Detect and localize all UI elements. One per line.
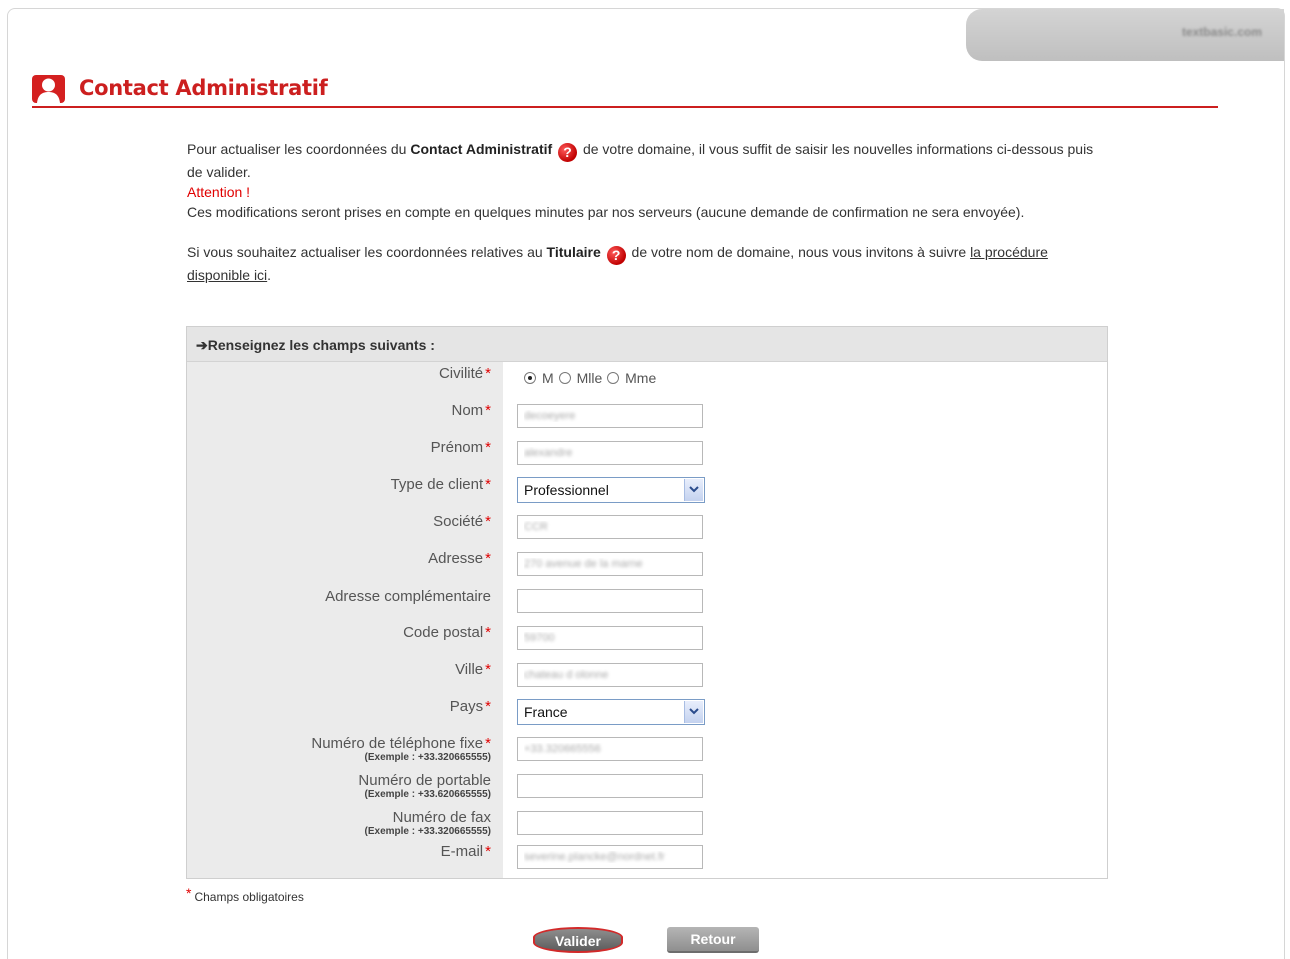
row-civilite: Civilité * M Mlle Mme xyxy=(187,365,1107,402)
radio-mlle-label: Mlle xyxy=(576,370,603,386)
adresse-comp-label: Adresse complémentaire xyxy=(325,588,491,605)
row-societe: Société * xyxy=(187,513,1107,550)
fax-input[interactable] xyxy=(517,811,703,835)
societe-label: Société * xyxy=(433,513,491,530)
required-note-text: Champs obligatoires xyxy=(194,890,304,904)
adresse-comp-input[interactable] xyxy=(517,589,703,613)
adresse-input[interactable] xyxy=(517,552,703,576)
intro-paragraph-1: Pour actualiser les coordonnées du Conta… xyxy=(187,139,1107,182)
portable-hint: (Exemple : +33.620665555) xyxy=(364,789,491,800)
row-adresse-comp: Adresse complémentaire xyxy=(187,588,1107,625)
email-input[interactable] xyxy=(517,845,703,869)
chevron-down-icon[interactable] xyxy=(684,701,703,723)
tel-fixe-input[interactable] xyxy=(517,737,703,761)
intro-text-part: Si vous souhaitez actualiser les coordon… xyxy=(187,244,547,260)
row-type-client: Type de client * Professionnel xyxy=(187,476,1107,513)
ville-label: Ville * xyxy=(455,661,491,678)
row-fax: Numéro de fax (Exemple : +33.320665555) xyxy=(187,809,1107,846)
radio-mme-label: Mme xyxy=(625,370,657,386)
pays-select[interactable]: France xyxy=(517,699,705,725)
fax-hint: (Exemple : +33.320665555) xyxy=(364,826,491,837)
intro-paragraph-3: Si vous souhaitez actualiser les coordon… xyxy=(187,242,1107,285)
intro-text-part: . xyxy=(267,267,272,283)
email-label: E-mail * xyxy=(440,843,491,860)
portable-input[interactable] xyxy=(517,774,703,798)
row-tel-fixe: Numéro de téléphone fixe * (Exemple : +33.… xyxy=(187,735,1107,772)
code-postal-input[interactable] xyxy=(517,626,703,650)
nom-label: Nom * xyxy=(451,402,491,419)
societe-input[interactable] xyxy=(517,515,703,539)
prenom-input[interactable] xyxy=(517,441,703,465)
type-client-value: Professionnel xyxy=(524,482,609,498)
row-nom: Nom * xyxy=(187,402,1107,439)
radio-mlle[interactable] xyxy=(558,372,571,384)
contact-form: ➔Renseignez les champs suivants : Civili… xyxy=(186,326,1108,879)
row-portable: Numéro de portable (Exemple : +33.6206655… xyxy=(187,772,1107,809)
row-adresse: Adresse * xyxy=(187,550,1107,587)
nom-input[interactable] xyxy=(517,404,703,428)
page-header: Contact Administratif xyxy=(32,74,1218,108)
pays-value: France xyxy=(524,704,568,720)
site-tab[interactable]: textbasic.com xyxy=(966,9,1284,61)
radio-m[interactable] xyxy=(524,372,536,384)
row-prenom: Prénom * xyxy=(187,439,1107,476)
intro-text-part: Pour actualiser les coordonnées du xyxy=(187,141,411,157)
prenom-label: Prénom * xyxy=(430,439,491,456)
page-title: Contact Administratif xyxy=(79,76,328,100)
row-code-postal: Code postal * xyxy=(187,624,1107,661)
tel-fixe-hint: (Exemple : +33.320665555) xyxy=(364,752,491,763)
help-icon[interactable]: ? xyxy=(606,246,626,265)
attention-label: Attention ! xyxy=(187,184,251,200)
civilite-label: Civilité * xyxy=(438,365,491,382)
intro-text-part: de votre nom de domaine, nous vous invit… xyxy=(627,244,971,260)
intro-text: Pour actualiser les coordonnées du Conta… xyxy=(187,139,1107,285)
row-pays: Pays * France xyxy=(187,698,1107,735)
radio-mme[interactable] xyxy=(607,372,620,384)
row-ville: Ville * xyxy=(187,661,1107,698)
intro-paragraph-2: Ces modifications seront prises en compt… xyxy=(187,204,1025,220)
fax-label: Numéro de fax (Exemple : +33.320665555) xyxy=(364,809,491,837)
required-note: * Champs obligatoires xyxy=(186,885,304,904)
row-email: E-mail * xyxy=(187,843,1107,880)
valider-button[interactable]: Valider xyxy=(533,927,623,953)
intro-bold-titulaire: Titulaire xyxy=(546,244,601,260)
chevron-down-icon[interactable] xyxy=(684,479,703,501)
code-postal-label: Code postal * xyxy=(403,624,491,641)
contact-person-icon xyxy=(32,75,65,103)
intro-bold-contact: Contact Administratif xyxy=(410,141,553,157)
ville-input[interactable] xyxy=(517,663,703,687)
help-icon[interactable]: ? xyxy=(558,143,578,162)
site-tab-label: textbasic.com xyxy=(1181,25,1262,39)
tel-fixe-label: Numéro de téléphone fixe * (Exemple : +33.… xyxy=(311,735,491,763)
adresse-label: Adresse * xyxy=(428,550,491,567)
portable-label: Numéro de portable (Exemple : +33.6206655… xyxy=(358,772,491,800)
required-star: * xyxy=(186,885,192,901)
pays-label: Pays * xyxy=(449,698,491,715)
civilite-radio-group: M Mlle Mme xyxy=(524,370,657,386)
retour-button[interactable]: Retour xyxy=(667,927,759,953)
type-client-label: Type de client * xyxy=(390,476,491,493)
type-client-select[interactable]: Professionnel xyxy=(517,477,705,503)
radio-m-label: M xyxy=(542,370,554,386)
form-heading: ➔Renseignez les champs suivants : xyxy=(187,327,1107,362)
